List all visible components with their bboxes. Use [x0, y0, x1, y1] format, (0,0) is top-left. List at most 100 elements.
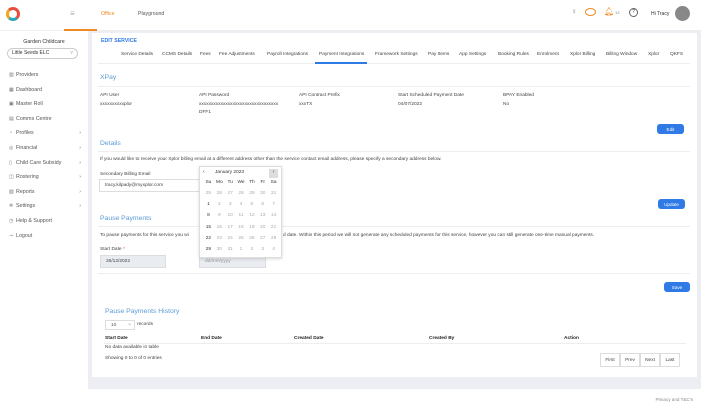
column-header[interactable]: Created Date: [294, 336, 324, 341]
calendar-day[interactable]: 18: [236, 225, 247, 230]
tab-app-settings[interactable]: App Settings: [459, 52, 486, 57]
calendar-day[interactable]: 31: [268, 191, 279, 196]
calendar-day[interactable]: 28: [268, 236, 279, 241]
calendar-day[interactable]: 4: [268, 247, 279, 252]
calendar-day[interactable]: 15: [203, 225, 214, 230]
pager-first-button[interactable]: First: [600, 353, 620, 367]
tab-fees[interactable]: Fees: [200, 52, 211, 57]
sidebar-item-financial[interactable]: ◎ Financial ›: [9, 145, 81, 151]
tab-qkfs[interactable]: QKFS: [670, 52, 683, 57]
divider: [98, 273, 690, 274]
tab-payroll-integrations[interactable]: Payroll Integrations: [267, 52, 308, 57]
tab-service-details[interactable]: Service Details: [121, 52, 153, 57]
column-header[interactable]: Created By: [429, 336, 454, 341]
tab-office[interactable]: Office: [101, 11, 114, 17]
calendar-day[interactable]: 2: [246, 247, 257, 252]
sidebar-item-rostering[interactable]: ◫ Rostering ›: [9, 174, 81, 180]
tab-fee-adjustments[interactable]: Fee Adjustments: [219, 52, 255, 57]
calendar-day[interactable]: 8: [203, 213, 214, 218]
calendar-day[interactable]: 14: [268, 213, 279, 218]
tab-payment-integrations[interactable]: Payment Integrations: [319, 52, 364, 57]
calendar-day[interactable]: 3: [257, 247, 268, 252]
calendar-day[interactable]: 13: [257, 213, 268, 218]
calendar-day[interactable]: 26: [214, 191, 225, 196]
pager-last-button[interactable]: Last: [660, 353, 680, 367]
sidebar-item-logout[interactable]: ⊸ Logout: [9, 233, 81, 239]
calendar-day[interactable]: 20: [257, 225, 268, 230]
tab-billing-window[interactable]: Billing Window: [606, 52, 637, 57]
sidebar-item-profiles[interactable]: ◔ Profiles ›: [9, 130, 81, 136]
calendar-day[interactable]: 3: [225, 202, 236, 207]
tab-ccms-details[interactable]: CCMS Details: [162, 52, 192, 57]
update-button[interactable]: Update: [658, 199, 685, 209]
pager-next-button[interactable]: Next: [640, 353, 660, 367]
calendar-day[interactable]: 29: [203, 247, 214, 252]
calendar-day[interactable]: 28: [236, 191, 247, 196]
column-header[interactable]: Start Date: [105, 336, 128, 341]
calendar-day[interactable]: 12: [246, 213, 257, 218]
tab-pay-items[interactable]: Pay Items: [428, 52, 449, 57]
privacy-link[interactable]: Privacy and T&C's: [655, 397, 693, 402]
calendar-day[interactable]: 21: [268, 225, 279, 230]
service-select[interactable]: Little Seeds ELC ˅: [7, 48, 78, 59]
sidebar-item-help-support[interactable]: ◷ Help & Support: [9, 218, 81, 224]
sidebar-item-comms-centre[interactable]: ▤ Comms Centre: [9, 116, 81, 122]
lightbulb-icon[interactable]: ♀: [571, 7, 577, 16]
tab-booking-rules[interactable]: Booking Rules: [498, 52, 529, 57]
calendar-day[interactable]: 6: [257, 202, 268, 207]
avatar[interactable]: [675, 6, 690, 21]
sidebar-item-dashboard[interactable]: ▦ Dashboard: [9, 87, 81, 93]
calendar-day[interactable]: 1: [203, 202, 214, 207]
tab-enrolment[interactable]: Enrolment: [537, 52, 559, 57]
sidebar-item-settings[interactable]: ✲ Settings ›: [9, 203, 81, 209]
hamburger-menu-icon[interactable]: ≡: [70, 9, 75, 18]
tab-xplor[interactable]: Xplor: [648, 52, 659, 57]
calendar-day[interactable]: 24: [225, 236, 236, 241]
bell-icon[interactable]: 🔔︎: [604, 7, 614, 16]
column-header[interactable]: Action: [564, 336, 579, 341]
calendar-day[interactable]: 7: [268, 202, 279, 207]
secondary-email-input[interactable]: tracy.kilpady@myxplor.com: [99, 179, 201, 192]
calendar-day[interactable]: 29: [246, 191, 257, 196]
calendar-day[interactable]: 27: [225, 191, 236, 196]
calendar-month[interactable]: January 2023: [215, 170, 244, 175]
calendar-day[interactable]: 10: [225, 213, 236, 218]
tab-xplor-billing[interactable]: Xplor Billing: [570, 52, 595, 57]
help-icon[interactable]: ?: [629, 8, 638, 17]
calendar-day[interactable]: 22: [203, 236, 214, 241]
calendar-day[interactable]: 2: [214, 202, 225, 207]
calendar-day[interactable]: 16: [214, 225, 225, 230]
tab-playground[interactable]: Playground: [138, 11, 164, 17]
edit-button[interactable]: Edit: [657, 124, 684, 134]
next-month-button[interactable]: ›: [269, 169, 278, 178]
calendar-day[interactable]: 25: [203, 191, 214, 196]
eye-icon[interactable]: [585, 8, 596, 16]
calendar-day[interactable]: 31: [225, 247, 236, 252]
calendar-day[interactable]: 30: [257, 191, 268, 196]
sidebar-item-master-roll[interactable]: ▣ Master Roll: [9, 101, 81, 107]
sidebar-item-child-care-subsidy[interactable]: ▯ Child Care Subsidy ›: [9, 160, 81, 166]
calendar-day[interactable]: 5: [246, 202, 257, 207]
sidebar-item-reports[interactable]: ▧ Reports ›: [9, 189, 81, 195]
calendar-day[interactable]: 26: [246, 236, 257, 241]
calendar-day[interactable]: 11: [236, 213, 247, 218]
calendar-day[interactable]: 4: [236, 202, 247, 207]
sidebar-item-providers[interactable]: ▥ Providers: [9, 72, 81, 78]
calendar-day[interactable]: 27: [257, 236, 268, 241]
pager-prev-button[interactable]: Prev: [620, 353, 640, 367]
tab-framework-settings[interactable]: Framework Settings: [375, 52, 418, 57]
save-button[interactable]: Save: [664, 282, 690, 292]
sidebar-item-label: Reports: [16, 188, 35, 195]
calendar-day[interactable]: 25: [236, 236, 247, 241]
prev-month-button[interactable]: ‹: [203, 169, 205, 175]
calendar-day[interactable]: 17: [225, 225, 236, 230]
calendar-day[interactable]: 19: [246, 225, 257, 230]
calendar-day[interactable]: 23: [214, 236, 225, 241]
calendar-day[interactable]: 1: [236, 247, 247, 252]
calendar-day[interactable]: 9: [214, 213, 225, 218]
column-header[interactable]: End Date: [201, 336, 222, 341]
start-date-input[interactable]: 26/12/2022: [100, 255, 166, 268]
app-logo[interactable]: [6, 7, 20, 21]
calendar-day[interactable]: 30: [214, 247, 225, 252]
page-size-select[interactable]: 10 ˅: [105, 320, 135, 330]
